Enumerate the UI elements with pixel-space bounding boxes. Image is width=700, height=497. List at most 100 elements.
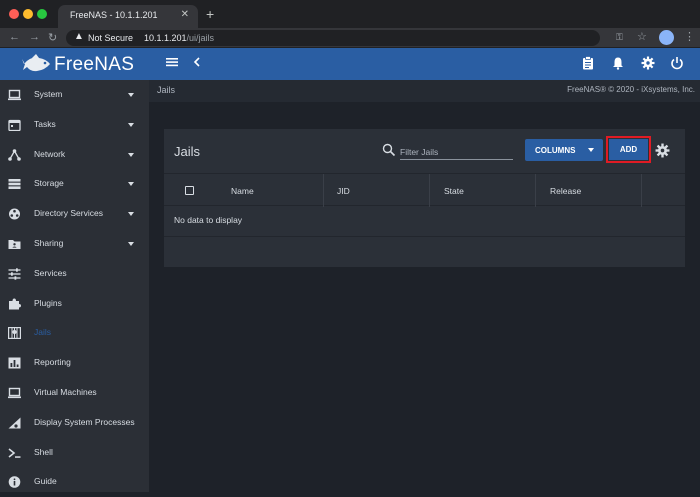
sidebar-item-tasks[interactable]: Tasks [0,110,149,140]
url-path: /ui/jails [186,33,215,43]
column-divider [535,174,536,207]
maximize-window-button[interactable] [37,9,47,19]
back-arrow-icon[interactable]: ← [9,31,20,43]
chevron-down-icon [128,152,134,157]
sidebar-item-label: Network [34,148,66,159]
hamburger-menu-icon[interactable] [164,56,180,72]
sidebar-item-label: Sharing [34,238,64,248]
page-subheader: Jails FreeNAS® © 2020 - iXsystems, Inc. [149,80,700,102]
search-icon [382,143,396,157]
column-header-jid[interactable]: JID [337,186,350,196]
sidebar-item-label: Shell [34,446,53,457]
chevron-down-icon [128,212,134,217]
browser-menu-icon[interactable]: ⋮ [684,30,695,43]
column-header-release[interactable]: Release [550,186,581,196]
sidebar-item-display-system-processes[interactable]: Display System Processes [0,408,149,438]
table-settings-gear-icon[interactable] [655,143,670,158]
laptop-icon [8,89,21,101]
freenas-logo[interactable]: FreeNAS [0,48,149,80]
freenas-fish-icon [22,54,50,72]
sliders-icon [8,268,21,280]
chevron-down-icon [128,182,134,187]
column-divider [641,174,642,207]
chevron-down-icon [128,93,134,97]
column-divider [429,174,430,207]
sidebar-item-directory-services[interactable]: Directory Services [0,199,149,229]
chevron-down-icon [128,122,134,127]
sidebar-item-services[interactable]: Services [0,259,149,289]
tab-close-icon[interactable]: ✕ [181,9,189,20]
sidebar-item-virtual-machines[interactable]: Virtual Machines [0,378,149,408]
browser-titlebar: FreeNAS - 10.1.1.201 ✕ + [0,0,700,28]
processes-icon [8,417,21,429]
sidebar-item-label: Virtual Machines [34,387,97,397]
sidebar-item-reporting[interactable]: Reporting [0,348,149,378]
sidebar-item-label: System [34,89,63,99]
sidebar-item-label: Services [34,267,67,278]
sidebar-item-label: Storage [34,178,64,189]
columns-button-label: COLUMNS [535,146,576,155]
folder-share-icon [8,240,21,249]
settings-gear-icon[interactable] [640,56,656,72]
card-title: Jails [174,144,201,159]
forward-arrow-icon[interactable]: → [29,31,40,43]
terminal-icon [8,447,21,458]
filter-jails-input[interactable] [400,144,513,160]
columns-button[interactable]: COLUMNS [525,139,603,161]
sidebar-item-label: Jails [34,327,52,338]
bar-chart-icon [8,357,21,369]
info-icon [8,476,21,489]
browser-tab[interactable]: FreeNAS - 10.1.1.201 ✕ [58,5,198,28]
reload-icon[interactable]: ↻ [48,31,57,44]
select-all-checkbox[interactable] [185,186,194,195]
address-bar[interactable]: ▲ Not Secure 10.1.1.201/ui/jails [66,30,600,46]
copyright-text: FreeNAS® © 2020 - iXsystems, Inc. [567,85,695,94]
sidebar-item-storage[interactable]: Storage [0,169,149,199]
close-window-button[interactable] [9,9,19,19]
url-host: 10.1.1.201 [144,33,187,43]
chevron-down-icon [128,242,134,246]
sidebar-item-plugins[interactable]: Plugins [0,289,149,319]
browser-toolbar: ← → ↻ ▲ Not Secure 10.1.1.201/ui/jails ⚿… [0,28,700,48]
sidebar-item-jails[interactable]: Jails [0,318,149,348]
url-text: 10.1.1.201/ui/jails [144,33,214,43]
key-icon[interactable]: ⚿ [616,32,623,43]
row-divider [164,236,685,237]
profile-avatar-icon[interactable] [659,30,674,45]
jails-card: Jails COLUMNS ADD Name JID State Release… [164,129,685,267]
security-label: Not Secure [88,33,134,43]
bell-icon[interactable] [610,56,626,72]
clipboard-icon[interactable] [580,56,596,72]
sidebar-item-label: Reporting [34,357,71,368]
warning-icon: ▲ [74,31,84,42]
calendar-icon [8,119,21,131]
new-tab-button[interactable]: + [206,6,214,22]
power-icon[interactable] [669,56,685,72]
sidebar-item-sharing[interactable]: Sharing [0,229,149,259]
empty-table-message: No data to display [174,215,243,225]
app-topbar: FreeNAS [0,48,700,80]
sidebar-item-network[interactable]: Network [0,140,149,170]
jail-icon [8,327,21,340]
star-icon[interactable]: ☆ [637,30,647,43]
column-header-state[interactable]: State [444,186,464,196]
breadcrumb[interactable]: Jails [157,85,175,95]
add-jail-button[interactable]: ADD [609,139,648,160]
sidebar-item-system[interactable]: System [0,80,149,110]
sidebar-item-shell[interactable]: Shell [0,438,149,468]
caret-down-icon [588,148,594,152]
sidebar-item-label: Tasks [34,118,56,129]
logo-text: FreeNAS [54,54,135,75]
chevron-left-icon[interactable] [189,56,205,72]
sidebar-item-guide[interactable]: Guide [0,467,149,497]
table-header: Name JID State Release [164,173,685,207]
puzzle-icon [9,298,21,310]
computer-icon [8,387,21,399]
minimize-window-button[interactable] [23,9,33,19]
directory-services-icon [9,208,20,220]
sidebar-item-label: Plugins [34,297,62,308]
sidebar-item-label: Directory Services [34,208,103,219]
column-header-name[interactable]: Name [231,186,254,196]
sidebar: System Tasks Network Storage Directory S… [0,80,149,492]
column-divider [323,174,324,207]
